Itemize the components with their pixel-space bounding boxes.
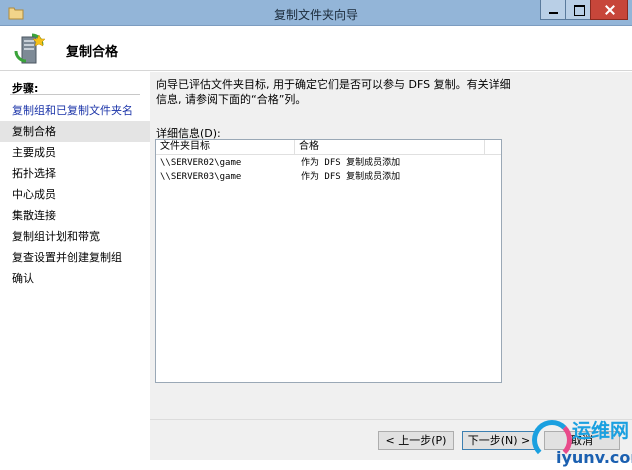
step-review-create: 复查设置并创建复制组 [12,251,122,264]
step-primary-member: 主要成员 [12,146,56,159]
replication-server-icon [14,33,46,64]
eligibility-cell: 作为 DFS 复制成员添加 [301,158,401,168]
window-title: 复制文件夹向导 [273,8,358,22]
column-header-eligibility[interactable]: 合格 [295,140,485,155]
page-title: 复制合格 [66,45,119,60]
step-hub-members: 中心成员 [12,188,56,201]
title-bar: 复制文件夹向导 [0,0,632,26]
step-hub-spoke-connections: 集散连接 [12,209,56,222]
next-button[interactable]: 下一步(N) > [462,431,536,450]
list-row[interactable]: \\SERVER02\game 作为 DFS 复制成员添加 [156,156,501,170]
wizard-header: 复制合格 [0,27,632,71]
step-replication-group-name[interactable]: 复制组和已复制文件夹名 [0,100,150,121]
intro-text: 向导已评估文件夹目标, 用于确定它们是否可以参与 DFS 复制。有关详细信息, … [156,78,511,106]
steps-panel: 步骤: 复制组和已复制文件夹名 复制合格 主要成员 拓扑选择 中心成员 集散连接… [0,72,150,460]
eligibility-cell: 作为 DFS 复制成员添加 [301,172,401,182]
column-header-folder-target[interactable]: 文件夹目标 [156,140,295,155]
close-button[interactable] [590,0,628,20]
step-confirmation: 确认 [12,272,34,285]
minimize-button[interactable] [540,0,566,20]
maximize-button[interactable] [565,0,591,20]
steps-divider [10,94,140,95]
folder-target-cell: \\SERVER03\game [160,172,242,182]
list-header: 文件夹目标 合格 [156,140,501,155]
list-row[interactable]: \\SERVER03\game 作为 DFS 复制成员添加 [156,170,501,184]
details-list[interactable]: 文件夹目标 合格 \\SERVER02\game 作为 DFS 复制成员添加 \… [155,139,502,383]
step-eligibility: 复制合格 [0,121,150,142]
step-topology-selection: 拓扑选择 [12,167,56,180]
previous-button[interactable]: < 上一步(P) [378,431,454,450]
folder-target-cell: \\SERVER02\game [160,158,242,168]
step-schedule-bandwidth: 复制组计划和带宽 [12,230,100,243]
content-pane: 向导已评估文件夹目标, 用于确定它们是否可以参与 DFS 复制。有关详细信息, … [150,72,632,460]
watermark-text-domain: iyunv.com [556,448,632,467]
watermark-logo: 运维网 iyunv.com [528,414,632,470]
watermark-text-cn: 运维网 [572,420,630,442]
